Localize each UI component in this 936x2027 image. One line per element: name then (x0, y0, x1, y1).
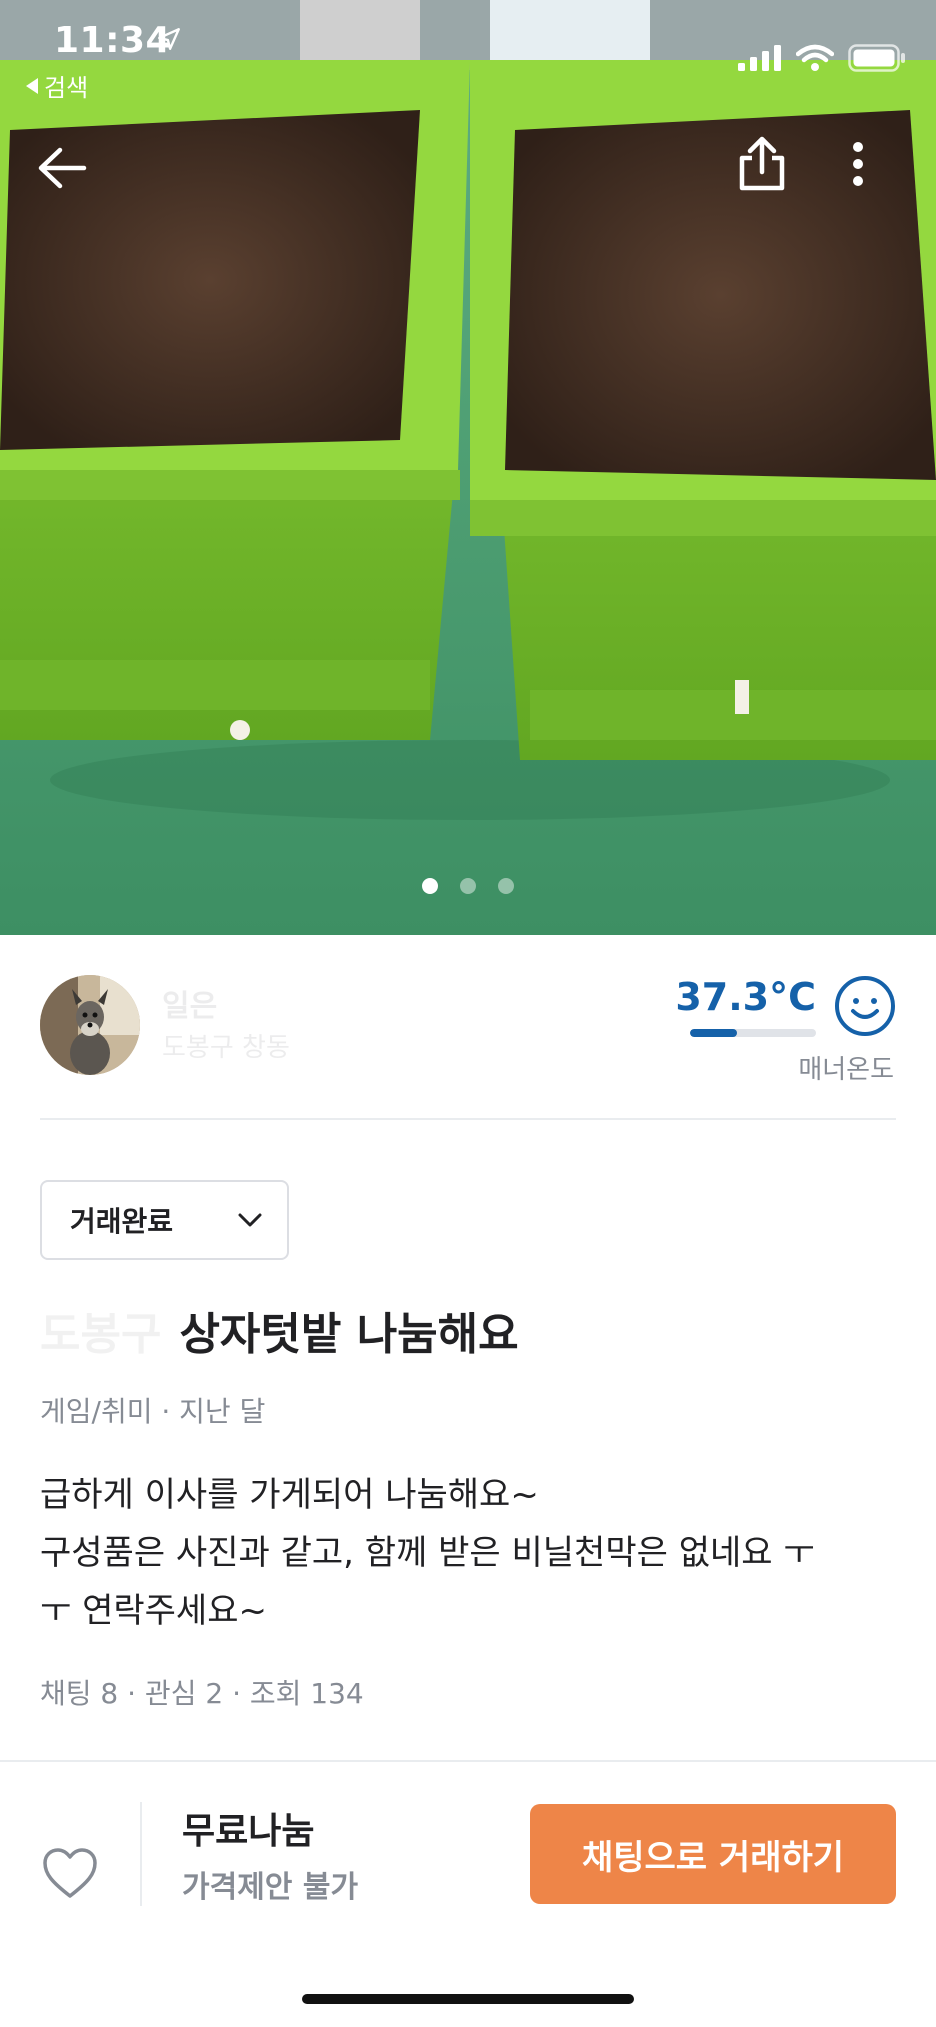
trade-status-value: 거래완료 (70, 1205, 174, 1238)
product-photo (0, 0, 936, 935)
chevron-down-icon (238, 1213, 262, 1227)
status-time: 11:34 (54, 20, 172, 61)
seller-profile[interactable]: 일은 도봉구 창동 37.3°C 매너온도 (40, 975, 896, 1085)
carousel-dot[interactable] (460, 878, 476, 894)
ios-status-bar: 11:34 검색 (0, 0, 936, 103)
carousel-dots (0, 878, 936, 894)
more-options-button[interactable] (826, 132, 890, 196)
dog-avatar-image (40, 975, 140, 1075)
manner-temperature-bar (690, 1029, 816, 1037)
back-app-label: 검색 (44, 74, 89, 102)
manner-temperature-label: 매너온도 (798, 1055, 894, 1085)
carousel-dot[interactable] (498, 878, 514, 894)
manner-temperature: 37.3°C (675, 975, 816, 1019)
location-arrow-icon (158, 28, 180, 50)
negotiation-label: 가격제안 불가 (182, 1870, 359, 1905)
back-to-search-link[interactable]: 검색 (26, 68, 88, 103)
post-description: 급하게 이사를 가게되어 나눔해요~ 구성품은 사진과 같고, 함께 받은 비닐… (40, 1466, 896, 1640)
heart-icon[interactable] (40, 1844, 100, 1904)
description-line: 급하게 이사를 가게되어 나눔해요~ (40, 1475, 539, 1515)
section-divider (40, 1118, 896, 1120)
bottom-divider (140, 1802, 142, 1906)
carousel-dot[interactable] (422, 878, 438, 894)
chat-trade-button[interactable]: 채팅으로 거래하기 (530, 1804, 896, 1904)
seller-name: 일은 (162, 989, 218, 1024)
back-triangle-icon (26, 77, 38, 94)
post-category-time: 게임/취미 · 지난 달 (40, 1395, 266, 1428)
post-title-row: 도봉구 상자텃밭 나눔해요 (40, 1300, 519, 1360)
manner-temperature-fill (690, 1029, 737, 1037)
description-line: 구성품은 사진과 같고, 함께 받은 비닐천막은 없네요 ㅜ (40, 1533, 815, 1573)
bottom-action-bar: 무료나눔 가격제안 불가 채팅으로 거래하기 (0, 1760, 936, 2027)
price-label: 무료나눔 (182, 1811, 315, 1852)
share-icon (739, 136, 785, 191)
post-title-prefix: 도봉구 (40, 1309, 162, 1360)
post-stats: 채팅 8 · 관심 2 · 조회 134 (40, 1677, 364, 1710)
trade-status-select[interactable]: 거래완료 (40, 1180, 289, 1260)
seller-avatar[interactable] (40, 975, 140, 1075)
share-button[interactable] (730, 132, 794, 196)
smile-face-icon[interactable] (834, 975, 896, 1037)
product-image-carousel[interactable]: 11:34 검색 (0, 0, 936, 935)
more-vertical-icon (853, 142, 863, 186)
seller-location: 도봉구 창동 (162, 1033, 290, 1063)
wifi-icon (796, 44, 834, 71)
status-icons (738, 44, 906, 72)
post-title: 상자텃밭 나눔해요 (179, 1309, 519, 1360)
signal-icon (738, 45, 781, 71)
back-arrow-icon (38, 147, 87, 189)
description-line: ㅜ 연락주세요~ (40, 1591, 267, 1631)
back-button[interactable] (30, 136, 94, 200)
battery-icon (848, 44, 905, 72)
home-indicator[interactable] (302, 1994, 634, 2004)
